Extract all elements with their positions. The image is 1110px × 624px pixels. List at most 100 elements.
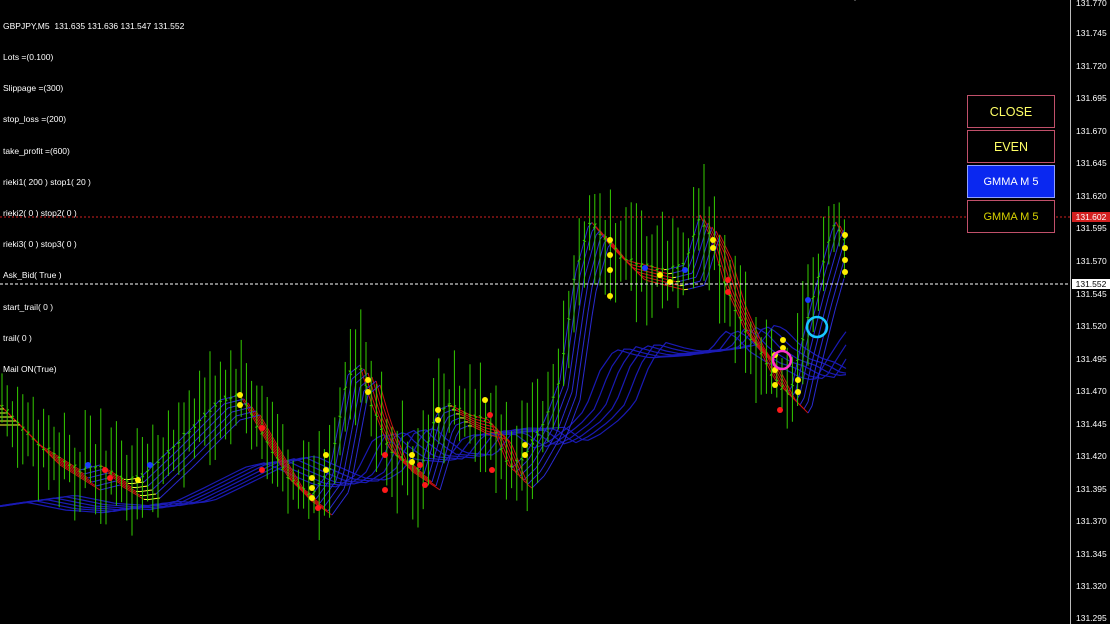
short-gmma-segment <box>667 276 673 279</box>
short-gmma-segment <box>527 453 533 461</box>
candle-body <box>47 447 51 450</box>
price-tick: 131.670 <box>1076 126 1107 136</box>
param-mail: Mail ON(True) <box>3 364 57 375</box>
candle-body <box>171 445 176 449</box>
candle-body <box>161 455 165 458</box>
short-gmma-segment <box>215 407 221 413</box>
short-gmma-segment <box>187 435 193 441</box>
short-gmma-segment <box>239 413 245 416</box>
short-gmma-segment <box>127 478 133 481</box>
signal-dot <box>435 417 441 423</box>
short-gmma-segment <box>215 431 221 437</box>
short-gmma-segment <box>811 286 817 303</box>
short-gmma-segment <box>807 301 813 319</box>
gmma-m5-active-button[interactable]: GMMA M 5 <box>967 165 1055 198</box>
price-tick: 131.545 <box>1076 289 1107 299</box>
short-gmma-segment <box>235 419 241 425</box>
short-gmma-segment <box>835 274 841 289</box>
param-take-profit: take_profit =(600) <box>3 145 70 156</box>
signal-dot <box>107 475 113 481</box>
short-gmma-segment <box>747 311 753 321</box>
short-gmma-segment <box>699 253 705 268</box>
short-gmma-segment <box>579 279 585 305</box>
signal-dot <box>102 467 108 473</box>
symbol-header: GBPJPY,M5 131.635 131.636 131.547 131.55… <box>3 20 185 31</box>
param-lots: Lots =(0.100) <box>3 52 54 63</box>
short-gmma-segment <box>811 305 817 323</box>
short-gmma-segment <box>83 472 89 475</box>
signal-dot <box>409 459 415 465</box>
short-gmma-segment <box>835 256 841 271</box>
short-gmma-segment <box>335 417 341 439</box>
short-gmma-segment <box>175 478 181 484</box>
short-gmma-segment <box>179 451 185 457</box>
short-gmma-segment <box>179 435 185 441</box>
signal-dot <box>777 407 783 413</box>
short-gmma-segment <box>831 270 837 285</box>
short-gmma-segment <box>475 427 481 431</box>
candle-body <box>379 428 384 430</box>
short-gmma-segment <box>111 485 117 488</box>
close-button[interactable]: CLOSE <box>967 95 1055 128</box>
signal-dot <box>487 412 493 418</box>
short-gmma-segment <box>175 463 181 468</box>
signal-dot <box>382 452 388 458</box>
dropdown-arrow-icon[interactable] <box>851 0 859 4</box>
short-gmma-segment <box>799 353 805 373</box>
short-gmma-segment <box>583 311 589 341</box>
short-gmma-segment <box>231 423 237 429</box>
short-gmma-segment <box>559 413 565 425</box>
short-gmma-segment <box>647 268 653 271</box>
param-slippage: Slippage =(300) <box>3 83 64 94</box>
short-gmma-segment <box>183 439 189 445</box>
short-gmma-segment <box>539 432 545 440</box>
short-gmma-segment <box>563 417 569 429</box>
short-gmma-segment <box>475 421 481 424</box>
short-gmma-segment <box>527 463 533 469</box>
short-gmma-segment <box>231 400 237 403</box>
short-gmma-segment <box>187 459 193 465</box>
short-gmma-segment <box>183 447 189 453</box>
signal-dot <box>607 252 613 258</box>
param-rieki1: rieki1( 200 ) stop1( 20 ) <box>3 176 91 187</box>
short-gmma-segment <box>707 261 713 276</box>
even-button[interactable]: EVEN <box>967 130 1055 163</box>
price-tick: 131.770 <box>1076 0 1107 8</box>
short-gmma-segment <box>203 451 209 457</box>
short-gmma-segment <box>807 383 813 403</box>
short-gmma-segment <box>343 374 349 397</box>
short-gmma-segment <box>235 399 241 402</box>
short-gmma-segment <box>579 241 585 257</box>
short-gmma-segment <box>595 257 601 273</box>
short-gmma-segment <box>527 484 533 489</box>
candle-body <box>681 262 685 265</box>
short-gmma-segment <box>687 287 693 290</box>
price-tick: 131.720 <box>1076 61 1107 71</box>
param-rieki3: rieki3( 0 ) stop3( 0 ) <box>3 239 77 250</box>
signal-dot <box>805 297 811 303</box>
price-tick: 131.395 <box>1076 484 1107 494</box>
short-gmma-segment <box>215 399 221 405</box>
short-gmma-segment <box>475 425 481 429</box>
short-gmma-segment <box>599 261 605 277</box>
candle-body <box>145 469 150 473</box>
short-gmma-segment <box>563 402 569 414</box>
short-gmma-segment <box>539 475 545 481</box>
short-gmma-segment <box>823 262 829 277</box>
short-gmma-segment <box>527 471 533 477</box>
short-gmma-segment <box>199 415 205 421</box>
short-gmma-segment <box>643 278 649 282</box>
short-gmma-segment <box>195 451 201 457</box>
short-gmma-segment <box>699 236 705 250</box>
short-gmma-segment <box>215 423 221 429</box>
bid-price-tag: 131.552 <box>1072 279 1110 289</box>
short-gmma-segment <box>827 321 833 339</box>
price-tick: 131.320 <box>1076 581 1107 591</box>
gmma-m5-button[interactable]: GMMA M 5 <box>967 200 1055 233</box>
signal-dot <box>842 257 848 263</box>
signal-dot <box>85 462 91 468</box>
short-gmma-segment <box>147 489 153 492</box>
short-gmma-segment <box>591 253 597 269</box>
short-gmma-segment <box>95 487 101 491</box>
short-gmma-segment <box>823 337 829 355</box>
